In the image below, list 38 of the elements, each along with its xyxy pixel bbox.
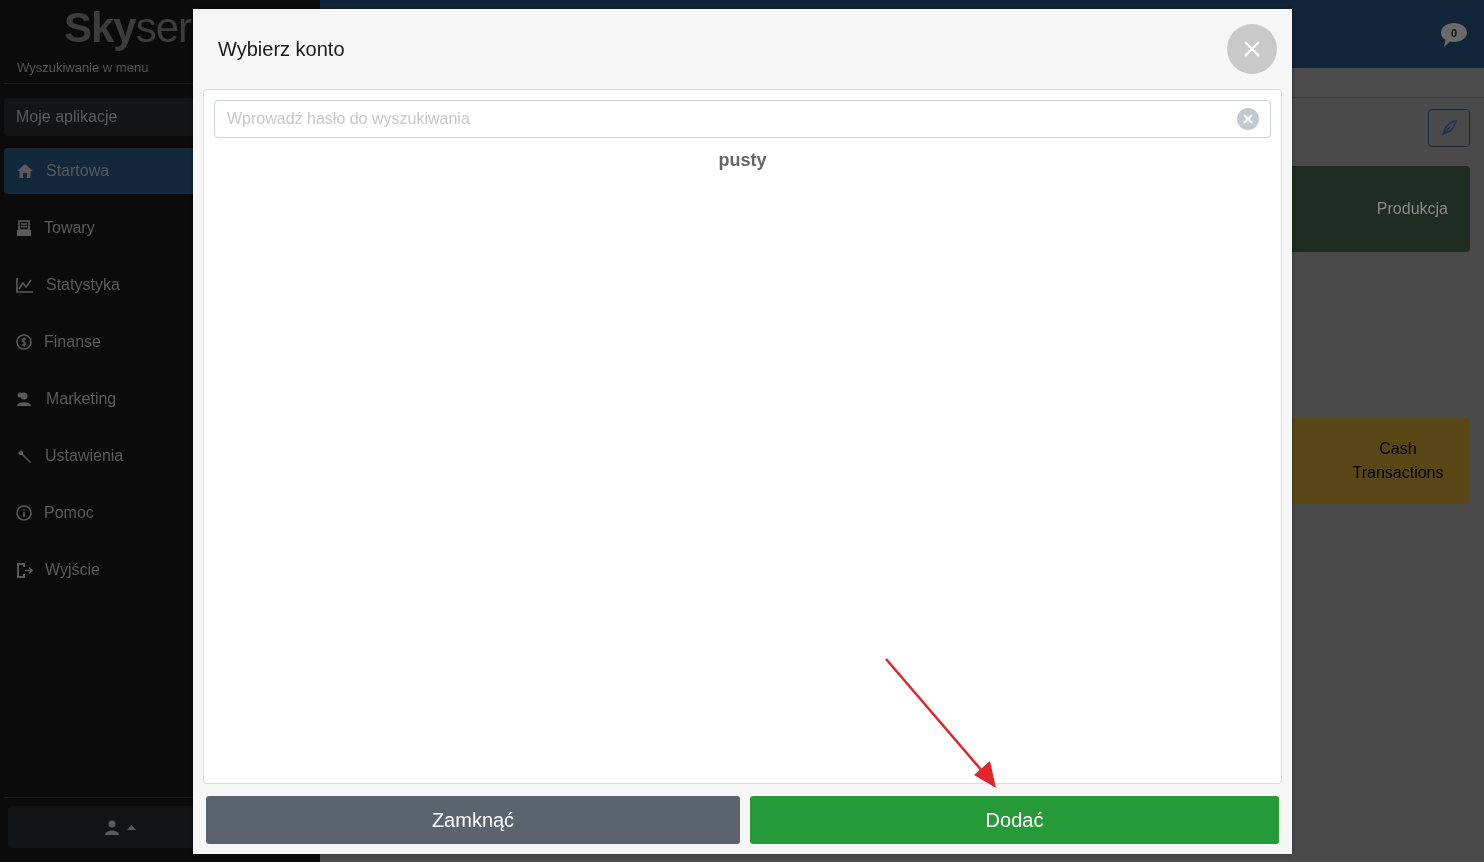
sidebar-item[interactable]: Pomoc [4, 490, 316, 536]
sidebar-item-label: Wyjście [45, 561, 100, 579]
info-icon [16, 505, 32, 521]
home-icon [16, 163, 34, 179]
close-button[interactable] [1227, 24, 1277, 74]
sidebar-item[interactable]: Towary [4, 205, 316, 251]
notifications-button[interactable]: 0 [1440, 22, 1468, 48]
wrench-icon [16, 447, 33, 465]
tile-label: Cash Transactions [1351, 439, 1445, 483]
close-dialog-button[interactable]: Zamknąć [206, 796, 740, 844]
user-icon [104, 819, 119, 835]
close-icon [1244, 41, 1260, 57]
tile-label: Produkcja [1376, 199, 1448, 219]
sidebar-item-label: Startowa [46, 162, 110, 180]
clear-icon[interactable] [1237, 108, 1259, 130]
sidebar-item[interactable]: Wyjście [4, 547, 316, 593]
sidebar-item-label: Finanse [44, 333, 101, 351]
notification-count: 0 [1449, 27, 1459, 39]
sidebar-item[interactable]: Finanse [4, 319, 316, 365]
exit-icon [16, 561, 33, 579]
stack-icon [16, 219, 32, 237]
sidebar-item-label: Marketing [46, 390, 117, 408]
caret-icon [126, 824, 136, 830]
sidebar-item[interactable]: Marketing [4, 376, 316, 422]
add-button[interactable]: Dodać [750, 796, 1279, 844]
sidebar-item[interactable]: Ustawienia [4, 433, 316, 479]
sidebar-item-label: Towary [44, 219, 95, 237]
empty-message: pusty [718, 150, 767, 171]
users-icon [16, 391, 34, 407]
dollar-icon [16, 334, 32, 350]
sidebar-item[interactable]: Statystyka [4, 262, 316, 308]
sidebar-item-label: Pomoc [44, 504, 94, 522]
chart-icon [16, 277, 34, 293]
sidebar-item-label: Statystyka [46, 276, 120, 294]
edit-button[interactable] [1428, 109, 1470, 147]
feather-icon [1441, 120, 1457, 136]
sidebar-item-label: Ustawienia [45, 447, 124, 465]
chat-icon [1440, 22, 1468, 48]
